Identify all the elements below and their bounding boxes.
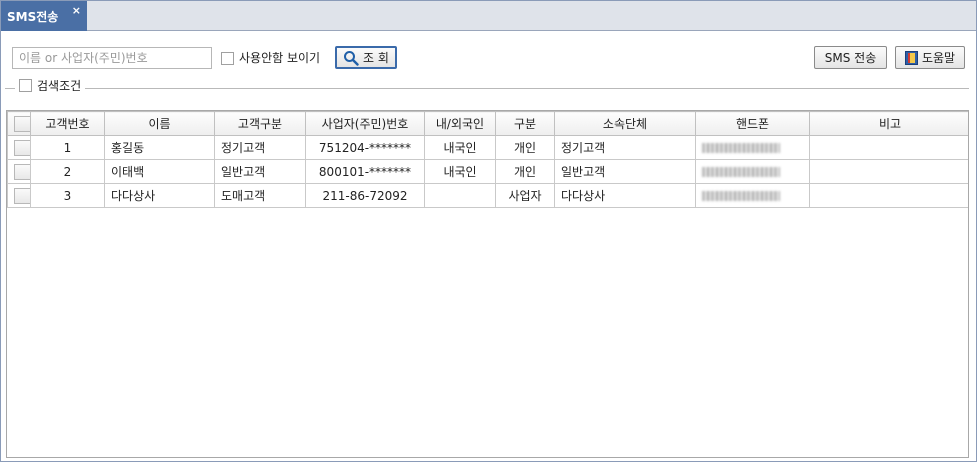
cell-registration-no: 751204-******* <box>305 135 425 160</box>
row-select-cell[interactable] <box>7 183 31 208</box>
cell-group: 다다상사 <box>554 183 696 208</box>
row-select-cell[interactable] <box>7 159 31 184</box>
select-all-cell[interactable] <box>7 111 31 136</box>
row-select-cell[interactable] <box>7 135 31 160</box>
table-row[interactable]: 2 이태백 일반고객 800101-******* 내국인 개인 일반고객 <box>7 159 968 184</box>
cell-memo <box>809 159 968 184</box>
column-header[interactable]: 내/외국인 <box>424 111 496 136</box>
cell-kind: 사업자 <box>495 183 555 208</box>
cell-customer-no: 3 <box>30 183 105 208</box>
blurred-phone <box>702 191 780 201</box>
sms-window: SMS전송 × 사용안함 보이기 조 회 SMS 전송 도움말 검색조건 <box>0 0 977 462</box>
help-button[interactable]: 도움말 <box>895 46 965 69</box>
cell-kind: 개인 <box>495 159 555 184</box>
customer-grid: 고객번호 이름 고객구분 사업자(주민)번호 내/외국인 구분 소속단체 핸드폰… <box>6 110 969 458</box>
search-icon <box>343 50 359 66</box>
cell-name: 이태백 <box>104 159 215 184</box>
column-header[interactable]: 소속단체 <box>554 111 696 136</box>
show-unused-checkbox[interactable] <box>221 52 234 65</box>
cell-customer-type: 도매고객 <box>214 183 306 208</box>
table-row[interactable]: 3 다다상사 도매고객 211-86-72092 사업자 다다상사 <box>7 183 968 208</box>
table-row[interactable]: 1 홍길동 정기고객 751204-******* 내국인 개인 정기고객 <box>7 135 968 160</box>
cell-mobile <box>695 135 810 160</box>
cell-mobile <box>695 159 810 184</box>
customer-table: 고객번호 이름 고객구분 사업자(주민)번호 내/외국인 구분 소속단체 핸드폰… <box>7 111 968 208</box>
cell-nationality: 내국인 <box>424 135 496 160</box>
sms-send-button[interactable]: SMS 전송 <box>814 46 887 69</box>
cell-customer-type: 일반고객 <box>214 159 306 184</box>
select-all-checkbox[interactable] <box>14 115 30 132</box>
blurred-phone <box>702 143 780 153</box>
search-button[interactable]: 조 회 <box>335 46 397 69</box>
tab-sms-send[interactable]: SMS전송 × <box>1 1 87 31</box>
tab-strip: SMS전송 × <box>1 1 976 31</box>
cell-registration-no: 800101-******* <box>305 159 425 184</box>
cell-name: 홍길동 <box>104 135 215 160</box>
search-condition-checkbox[interactable] <box>19 79 32 92</box>
search-condition-group: 검색조건 <box>15 77 86 94</box>
cell-group: 일반고객 <box>554 159 696 184</box>
column-header[interactable]: 이름 <box>104 111 215 136</box>
search-condition-divider <box>5 88 969 89</box>
cell-customer-type: 정기고객 <box>214 135 306 160</box>
sms-send-button-label: SMS 전송 <box>824 51 877 65</box>
column-header[interactable]: 핸드폰 <box>695 111 810 136</box>
cell-nationality: 내국인 <box>424 159 496 184</box>
search-button-label: 조 회 <box>363 51 389 65</box>
help-button-label: 도움말 <box>921 51 956 65</box>
cell-memo <box>809 183 968 208</box>
help-book-icon <box>904 50 918 65</box>
cell-nationality <box>424 183 496 208</box>
cell-name: 다다상사 <box>104 183 215 208</box>
cell-customer-no: 1 <box>30 135 105 160</box>
row-checkbox[interactable] <box>14 139 30 156</box>
search-condition-label: 검색조건 <box>37 79 82 93</box>
search-input[interactable] <box>12 47 212 69</box>
cell-group: 정기고객 <box>554 135 696 160</box>
cell-mobile <box>695 183 810 208</box>
row-checkbox[interactable] <box>14 163 30 180</box>
column-header[interactable]: 구분 <box>495 111 555 136</box>
column-header[interactable]: 비고 <box>809 111 968 136</box>
row-checkbox[interactable] <box>14 187 30 204</box>
cell-registration-no: 211-86-72092 <box>305 183 425 208</box>
blurred-phone <box>702 167 780 177</box>
column-header[interactable]: 고객구분 <box>214 111 306 136</box>
cell-kind: 개인 <box>495 135 555 160</box>
cell-customer-no: 2 <box>30 159 105 184</box>
show-unused-label: 사용안함 보이기 <box>239 51 321 65</box>
column-header[interactable]: 고객번호 <box>30 111 105 136</box>
table-header-row: 고객번호 이름 고객구분 사업자(주민)번호 내/외국인 구분 소속단체 핸드폰… <box>7 111 968 136</box>
tab-title: SMS전송 <box>7 9 59 24</box>
column-header[interactable]: 사업자(주민)번호 <box>305 111 425 136</box>
close-icon[interactable]: × <box>72 4 81 17</box>
cell-memo <box>809 135 968 160</box>
